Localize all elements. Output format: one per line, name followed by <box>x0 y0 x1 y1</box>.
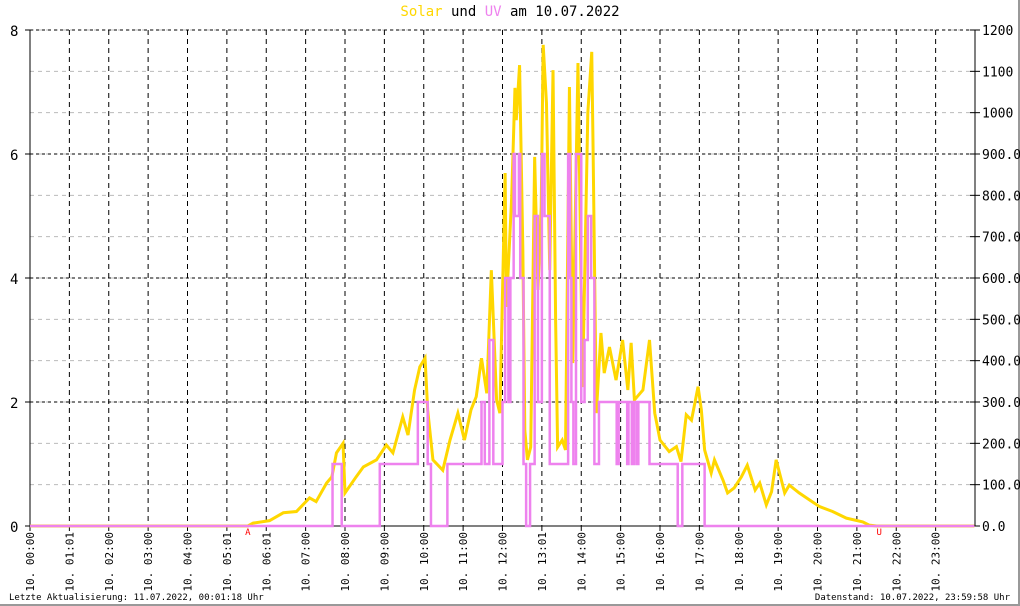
right-axis-label: 900.0 <box>982 148 1020 163</box>
right-axis-label: 800.0 <box>982 189 1020 204</box>
right-axis-label: 600.0 <box>982 272 1020 287</box>
left-axis-label: 4 <box>10 272 18 288</box>
x-axis-label: 10. 01:01 <box>63 532 76 592</box>
data-status: Datenstand: 10.07.2022, 23:59:58 Uhr <box>814 593 1010 603</box>
right-axis-label: 700.0 <box>982 231 1020 246</box>
x-axis-label: 10. 23:00 <box>930 532 943 592</box>
x-axis-label: 10. 15:00 <box>615 532 628 592</box>
right-axis-label: 0.0 <box>982 520 1005 535</box>
x-axis-label: 10. 09:00 <box>378 532 391 592</box>
right-axis-label: 400.0 <box>982 355 1020 370</box>
x-axis-label: 10. 05:01 <box>221 532 234 592</box>
right-axis-label: 1200 <box>982 24 1013 39</box>
x-axis-label: 10. 17:00 <box>693 532 706 592</box>
x-axis-label: 10. 18:00 <box>733 532 746 592</box>
x-axis-label: 10. 07:00 <box>300 532 313 592</box>
x-axis-label: 10. 02:00 <box>103 532 116 592</box>
x-axis-label: 10. 04:00 <box>182 532 195 592</box>
x-axis-label: 10. 11:00 <box>457 532 470 592</box>
x-axis-label: 10. 00:00 <box>24 532 37 592</box>
x-axis-label: 10. 06:01 <box>260 532 273 592</box>
right-axis-label: 1100 <box>982 65 1013 80</box>
x-axis-label: 10. 19:00 <box>772 532 785 592</box>
left-axis-label: 6 <box>10 148 18 164</box>
x-axis-label: 10. 22:00 <box>890 532 903 592</box>
x-axis-label: 10. 14:00 <box>575 532 588 592</box>
left-axis-label: 0 <box>10 520 18 536</box>
left-axis-label: 8 <box>10 24 18 40</box>
marker-a: A <box>245 528 251 538</box>
x-axis-label: 10. 12:00 <box>497 532 510 592</box>
last-update: Letzte Aktualisierung: 11.07.2022, 00:01… <box>9 593 264 603</box>
x-axis-label: 10. 08:00 <box>339 532 352 592</box>
right-axis-label: 500.0 <box>982 313 1020 328</box>
right-axis-label: 100.0 <box>982 479 1020 494</box>
chart: 0.0100.0200.0300.0400.0500.0600.0700.080… <box>10 24 1020 592</box>
x-axis-label: 10. 21:00 <box>851 532 864 592</box>
right-axis-label: 1000 <box>982 107 1013 122</box>
marker-u: U <box>876 528 881 538</box>
x-axis-label: 10. 10:00 <box>418 532 431 592</box>
x-axis-label: 10. 03:00 <box>142 532 155 592</box>
x-axis-label: 10. 13:01 <box>536 532 549 592</box>
x-axis-label: 10. 20:00 <box>812 532 825 592</box>
right-axis-label: 200.0 <box>982 437 1020 452</box>
right-axis-label: 300.0 <box>982 396 1020 411</box>
x-axis-label: 10. 16:00 <box>654 532 667 592</box>
left-axis-label: 2 <box>10 396 18 412</box>
